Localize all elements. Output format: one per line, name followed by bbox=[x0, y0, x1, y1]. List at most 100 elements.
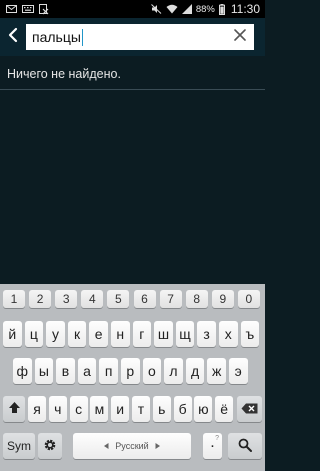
letter-key-label: у bbox=[51, 326, 59, 342]
letter-key[interactable]: щ bbox=[175, 321, 195, 347]
letter-key-label: п bbox=[104, 363, 113, 379]
search-query[interactable]: пальцы bbox=[26, 29, 81, 45]
letter-key-label: э bbox=[234, 363, 242, 379]
number-key[interactable]: 5 bbox=[107, 290, 130, 308]
letter-key[interactable]: д bbox=[185, 358, 205, 384]
number-key[interactable]: 4 bbox=[81, 290, 104, 308]
letter-key[interactable]: ц bbox=[24, 321, 44, 347]
letter-key-label: ю bbox=[198, 401, 209, 417]
number-key[interactable]: 1 bbox=[3, 290, 25, 308]
divider bbox=[0, 89, 265, 90]
letter-key[interactable]: о bbox=[142, 358, 162, 384]
email-icon bbox=[6, 5, 17, 13]
punctuation-key[interactable]: . ? bbox=[203, 433, 222, 459]
letter-key[interactable]: ш bbox=[154, 321, 173, 347]
letter-key[interactable]: и bbox=[111, 396, 130, 422]
letter-key[interactable]: с bbox=[69, 396, 88, 422]
letter-key-label: д bbox=[190, 363, 200, 379]
letter-key-label: л bbox=[169, 363, 178, 379]
number-key[interactable]: 3 bbox=[55, 290, 78, 308]
clear-search-button[interactable] bbox=[230, 27, 250, 47]
search-key[interactable] bbox=[228, 433, 262, 459]
backspace-key[interactable] bbox=[237, 396, 262, 422]
letter-key[interactable]: ф bbox=[13, 358, 32, 384]
keyboard-icon bbox=[22, 5, 34, 13]
letter-key[interactable]: я bbox=[28, 396, 46, 422]
letter-key-label: ъ bbox=[245, 326, 255, 342]
number-key-label: 3 bbox=[62, 292, 70, 306]
letter-key-label: ч bbox=[54, 401, 62, 417]
letter-key-label: ё bbox=[220, 401, 229, 417]
mute-icon bbox=[150, 4, 162, 14]
sym-key-label: Sym bbox=[7, 439, 31, 453]
letter-key[interactable]: й bbox=[3, 321, 22, 347]
letter-key[interactable]: ч bbox=[48, 396, 67, 422]
punctuation-key-label: . bbox=[210, 434, 215, 451]
text-cursor bbox=[81, 28, 83, 46]
number-key-label: 9 bbox=[219, 292, 227, 306]
letter-key[interactable]: ж bbox=[207, 358, 226, 384]
letter-key-label: щ bbox=[179, 326, 191, 342]
letter-key[interactable]: н bbox=[111, 321, 130, 347]
number-key[interactable]: 9 bbox=[211, 290, 234, 308]
letter-key-label: т bbox=[137, 401, 145, 417]
letter-key-label: ф bbox=[16, 363, 29, 379]
number-key[interactable]: 0 bbox=[237, 290, 260, 308]
number-key[interactable]: 8 bbox=[185, 290, 208, 308]
arrow-left-icon bbox=[104, 441, 109, 451]
letter-key[interactable]: б bbox=[173, 396, 192, 422]
back-button[interactable] bbox=[0, 18, 26, 56]
letter-key-label: м bbox=[94, 401, 105, 417]
space-key[interactable]: Русский bbox=[73, 433, 191, 459]
letter-key-label: я bbox=[33, 401, 41, 417]
battery-percent: 88% bbox=[195, 3, 215, 15]
letter-key[interactable]: л bbox=[164, 358, 183, 384]
letter-key[interactable]: з bbox=[197, 321, 216, 347]
keyboard: 1 2 3 4 5 6 7 8 9 0 йцукенгшщзхъ фывапролджэ ячсм… bbox=[0, 284, 265, 471]
settings-key[interactable] bbox=[38, 433, 62, 459]
letter-key-label: х bbox=[224, 326, 232, 342]
letter-key-label: а bbox=[83, 363, 91, 379]
letter-key-label: в bbox=[61, 363, 70, 379]
letter-key-label: й bbox=[8, 326, 17, 342]
letter-key[interactable]: ь bbox=[152, 396, 171, 422]
shift-icon bbox=[8, 401, 21, 417]
letter-key-label: ж bbox=[211, 363, 222, 379]
letter-key[interactable]: у bbox=[46, 321, 65, 347]
search-input[interactable]: пальцы bbox=[26, 24, 254, 50]
number-key[interactable]: 6 bbox=[133, 290, 156, 308]
search-icon bbox=[238, 438, 252, 455]
sym-key[interactable]: Sym bbox=[3, 433, 35, 459]
chevron-left-icon bbox=[8, 27, 18, 48]
number-key-label: 4 bbox=[88, 292, 96, 306]
letter-key-label: з bbox=[203, 326, 210, 342]
letter-key[interactable]: м bbox=[90, 396, 109, 422]
letter-key-label: р bbox=[126, 363, 135, 379]
letter-key[interactable]: г bbox=[132, 321, 152, 347]
letter-key[interactable]: е bbox=[89, 321, 108, 347]
punctuation-key-sub: ? bbox=[215, 435, 219, 442]
letter-key[interactable]: ъ bbox=[240, 321, 260, 347]
letter-key[interactable]: ё bbox=[215, 396, 234, 422]
letter-key[interactable]: а bbox=[77, 358, 97, 384]
letter-key[interactable]: ы bbox=[34, 358, 54, 384]
no-results-message: Ничего не найдено. bbox=[7, 67, 121, 81]
battery-icon bbox=[218, 3, 225, 15]
number-key[interactable]: 7 bbox=[159, 290, 182, 308]
signal-icon bbox=[181, 4, 192, 14]
backspace-icon bbox=[241, 401, 258, 417]
letter-key[interactable]: в bbox=[56, 358, 75, 384]
letter-key[interactable]: э bbox=[229, 358, 248, 384]
letter-key[interactable]: т bbox=[132, 396, 150, 422]
arrow-right-icon bbox=[155, 441, 160, 451]
letter-key[interactable]: ю bbox=[194, 396, 213, 422]
letter-key-label: о bbox=[147, 363, 156, 379]
shift-key[interactable] bbox=[3, 396, 25, 422]
letter-key[interactable]: п bbox=[99, 358, 118, 384]
number-key[interactable]: 2 bbox=[29, 290, 52, 308]
letter-key[interactable]: к bbox=[67, 321, 87, 347]
letter-key[interactable]: р bbox=[121, 358, 140, 384]
letter-key[interactable]: х bbox=[219, 321, 238, 347]
number-key-label: 2 bbox=[36, 292, 44, 306]
number-key-label: 7 bbox=[167, 292, 174, 306]
